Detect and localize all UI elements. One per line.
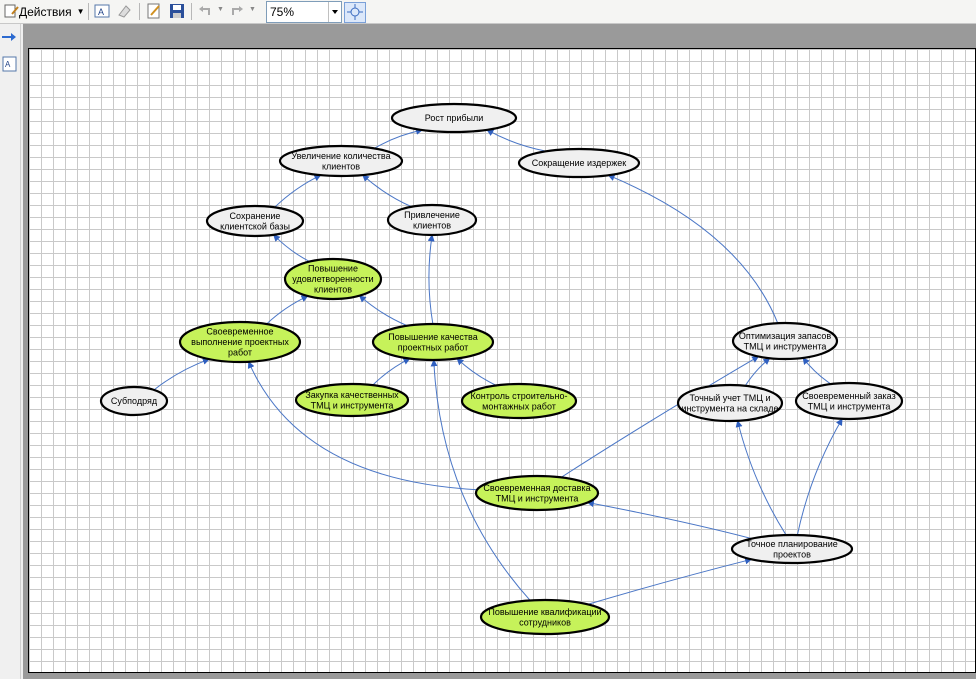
connector-n3-to-n1[interactable] (486, 129, 547, 152)
diagram-node-n5[interactable]: Привлечениеклиентов (386, 203, 478, 237)
node-label: ТМЦ и инструмента (744, 341, 827, 351)
diagram-node-n14[interactable]: Своевременный заказТМЦ и инструмента (794, 381, 904, 421)
node-label: Привлечение (404, 210, 460, 220)
connector-n2-to-n1[interactable] (373, 127, 424, 149)
node-label: проектных работ (398, 342, 469, 352)
node-label: Рост прибыли (425, 113, 484, 123)
node-label: сотрудников (519, 617, 571, 627)
diagram-node-n1[interactable]: Рост прибыли (390, 102, 518, 134)
connector-n16-to-n14[interactable] (796, 418, 843, 536)
connector-n7-to-n6[interactable] (266, 295, 309, 325)
node-label: клиентской базы (220, 221, 290, 231)
connector-n16-to-n13[interactable] (735, 420, 787, 536)
node-label: Сохранение (230, 211, 281, 221)
node-label: Своевременная доставка (483, 483, 590, 493)
node-label: Увеличение количества (291, 151, 390, 161)
diagram-node-n6[interactable]: Повышениеудовлетворенностиклиентов (283, 257, 383, 301)
connector-n15-to-n7[interactable] (247, 361, 478, 491)
node-label: ТМЦ и инструмента (311, 400, 394, 410)
node-label: инструмента на складе (681, 403, 778, 413)
node-label: Точное планирование (746, 539, 838, 549)
node-label: удовлетворенности (292, 274, 373, 284)
connector-n11-to-n8[interactable] (372, 358, 411, 386)
connector-n12-to-n8[interactable] (456, 358, 497, 386)
node-label: Своевременное (206, 327, 273, 337)
diagram-node-n13[interactable]: Точный учет ТМЦ иинструмента на складе (676, 383, 784, 423)
diagram-node-n15[interactable]: Своевременная доставкаТМЦ и инструмента (474, 474, 600, 512)
strategy-map-diagram: Рост прибылиУвеличение количестваклиенто… (99, 102, 904, 636)
diagram-node-n10[interactable]: Субподряд (99, 385, 169, 417)
diagram-node-n7[interactable]: Своевременноевыполнение проектныхработ (178, 320, 302, 364)
node-label: Сокращение издержек (532, 158, 627, 168)
node-label: ТМЦ и инструмента (496, 493, 579, 503)
diagram-node-n11[interactable]: Закупка качественныхТМЦ и инструмента (294, 382, 410, 418)
node-label: клиентов (314, 285, 352, 295)
node-label: ТМЦ и инструмента (808, 401, 891, 411)
node-label: Субподряд (111, 396, 158, 406)
node-label: Повышение квалификации (488, 607, 601, 617)
node-label: Закупка качественных (305, 390, 399, 400)
connector-n6-to-n4[interactable] (273, 234, 310, 262)
diagram-node-n16[interactable]: Точное планированиепроектов (730, 533, 854, 565)
diagram-node-n9[interactable]: Оптимизация запасовТМЦ и инструмента (731, 321, 839, 361)
diagram-node-n2[interactable]: Увеличение количестваклиентов (278, 144, 404, 178)
connector-n16-to-n15[interactable] (586, 500, 752, 540)
connector-n5-to-n2[interactable] (362, 174, 412, 208)
connector-n8-to-n6[interactable] (358, 295, 408, 327)
node-label: Повышение (308, 264, 358, 274)
node-label: Точный учет ТМЦ и (690, 393, 771, 403)
diagram-node-n8[interactable]: Повышение качествапроектных работ (371, 322, 495, 362)
node-label: работ (228, 348, 252, 358)
diagram-node-n12[interactable]: Контроль строительно-монтажных работ (460, 382, 578, 420)
node-label: проектов (773, 549, 811, 559)
diagram-node-n3[interactable]: Сокращение издержек (517, 147, 641, 179)
node-label: Повышение качества (388, 332, 477, 342)
node-label: Своевременный заказ (802, 391, 895, 401)
node-label: Оптимизация запасов (739, 331, 832, 341)
node-label: клиентов (413, 220, 451, 230)
connector-n17-to-n16[interactable] (587, 557, 753, 605)
connector-n10-to-n7[interactable] (153, 358, 210, 391)
connector-n8-to-n5[interactable] (427, 234, 435, 325)
connector-n4-to-n2[interactable] (274, 174, 322, 208)
connector-n9-to-n3[interactable] (607, 174, 779, 324)
node-label: выполнение проектных (191, 337, 289, 347)
connector-n14-to-n9[interactable] (802, 357, 832, 385)
node-label: Контроль строительно- (471, 391, 568, 401)
diagram-node-n4[interactable]: Сохранениеклиентской базы (205, 204, 305, 238)
node-label: клиентов (322, 161, 360, 171)
node-label: монтажных работ (482, 401, 556, 411)
diagram-node-n17[interactable]: Повышение квалификациисотрудников (479, 598, 611, 636)
